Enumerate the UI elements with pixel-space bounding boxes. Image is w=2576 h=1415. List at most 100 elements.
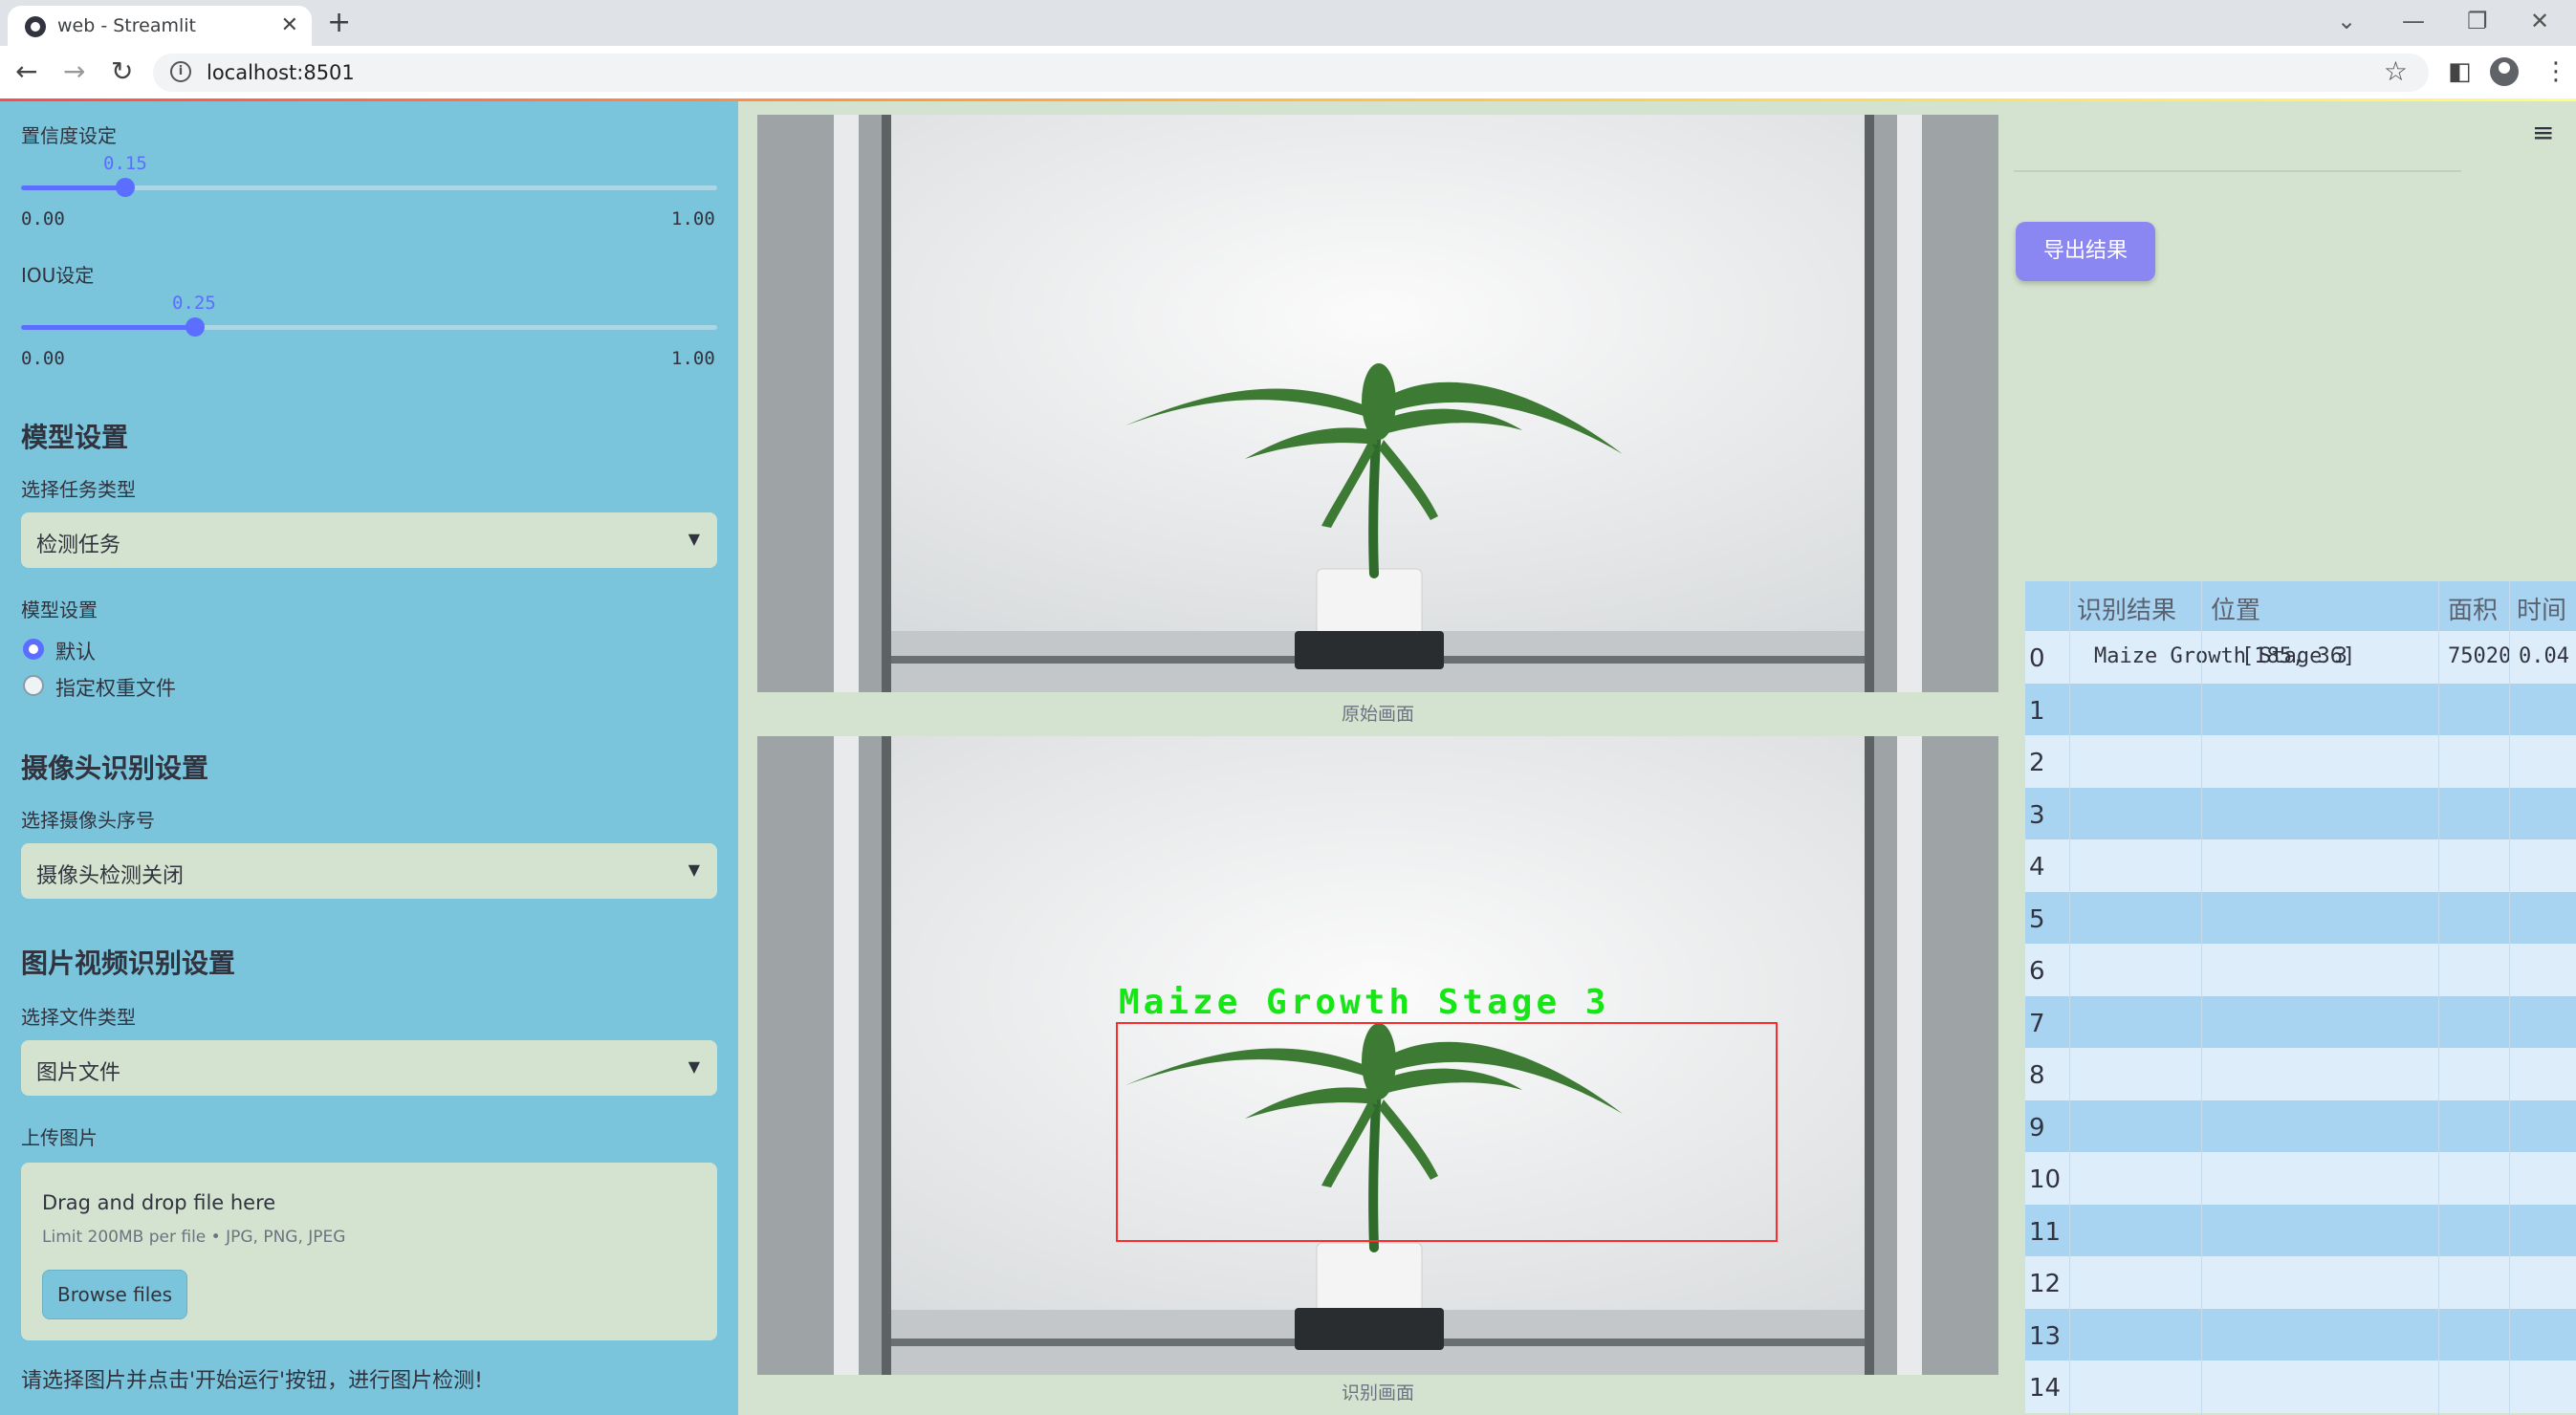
reload-icon[interactable]: ↻ (111, 55, 133, 87)
restore-icon[interactable]: ❐ (2467, 8, 2488, 34)
kebab-menu-icon[interactable]: ⋮ (2543, 57, 2568, 86)
column-divider (2069, 581, 2070, 1415)
original-caption: 原始画面 (1341, 704, 1414, 725)
table-row[interactable]: 2 (2025, 735, 2576, 788)
instruction-text: 请选择图片并点击'开始运行'按钮，进行图片检测! (21, 1369, 483, 1393)
profile-avatar-icon[interactable] (2490, 57, 2519, 86)
url-text[interactable]: localhost:8501 (207, 61, 355, 84)
row-index: 0 (2029, 644, 2045, 673)
new-tab-icon[interactable]: + (327, 6, 351, 39)
header-position[interactable]: 位置 (2211, 591, 2260, 626)
window-close-icon[interactable]: ✕ (2530, 8, 2549, 34)
task-type-value: 检测任务 (36, 533, 121, 557)
tab-title: web - Streamlit (57, 15, 196, 36)
cell-position: [185, 36] (2241, 644, 2356, 668)
model-section-heading: 模型设置 (21, 422, 129, 453)
forward-arrow-icon[interactable]: → (63, 55, 85, 87)
minimize-icon[interactable]: — (2402, 8, 2425, 34)
table-row[interactable]: 11 (2025, 1204, 2576, 1257)
camera-section-heading: 摄像头识别设置 (21, 752, 209, 784)
model-setting-label: 模型设置 (21, 599, 98, 621)
confidence-slider-thumb[interactable] (116, 178, 136, 197)
hamburger-menu-icon[interactable]: ≡ (2532, 117, 2554, 148)
result-scene-illustration: Maize Growth Stage 3 (757, 736, 1998, 1375)
task-type-label: 选择任务类型 (21, 478, 136, 501)
url-field[interactable]: i localhost:8501 ☆ (153, 54, 2429, 92)
side-panel-icon[interactable]: ◧ (2448, 57, 2472, 86)
table-row[interactable]: 4 (2025, 839, 2576, 892)
confidence-label: 置信度设定 (21, 124, 117, 147)
cell-area: 75020 (2448, 644, 2512, 668)
row-index: 11 (2029, 1217, 2062, 1247)
row-index: 13 (2029, 1321, 2062, 1351)
iou-max: 1.00 (671, 348, 715, 369)
header-result[interactable]: 识别结果 (2077, 591, 2176, 626)
confidence-min: 0.00 (21, 208, 65, 229)
address-bar-row: ← → ↻ i localhost:8501 ☆ ◧ ⋮ (0, 46, 2576, 99)
tab-search-chevron-icon[interactable]: ⌄ (2337, 8, 2356, 34)
iou-value: 0.25 (172, 293, 216, 314)
table-row[interactable]: 8 (2025, 1048, 2576, 1100)
upload-label: 上传图片 (21, 1126, 98, 1149)
table-row[interactable]: 1 (2025, 683, 2576, 736)
iou-slider-fill (21, 325, 195, 330)
table-row[interactable]: 10 (2025, 1152, 2576, 1205)
confidence-value: 0.15 (103, 153, 147, 174)
table-row[interactable]: 5 (2025, 891, 2576, 945)
chevron-down-icon: ▼ (688, 530, 700, 548)
chevron-down-icon: ▼ (688, 860, 700, 879)
table-row[interactable]: 3 (2025, 787, 2576, 840)
iou-slider-thumb[interactable] (186, 317, 205, 337)
row-index: 5 (2029, 904, 2045, 934)
table-row[interactable]: 12 (2025, 1256, 2576, 1309)
table-row[interactable]: 6 (2025, 944, 2576, 996)
row-index: 10 (2029, 1165, 2062, 1194)
bookmark-star-icon[interactable]: ☆ (2384, 55, 2408, 87)
result-caption: 识别画面 (1341, 1382, 1414, 1404)
radio-custom-weights-label: 指定权重文件 (55, 677, 176, 700)
iou-slider[interactable] (21, 317, 717, 337)
radio-default-label: 默认 (55, 641, 96, 664)
export-results-button[interactable]: 导出结果 (2016, 222, 2155, 281)
table-row[interactable]: 0 Maize Growth Stage 3 [185, 36] 75020 0.04 (2025, 631, 2576, 684)
result-image: Maize Growth Stage 3 (757, 736, 1998, 1375)
file-type-select[interactable]: 图片文件 ▼ (21, 1040, 717, 1096)
results-table[interactable]: 识别结果 位置 面积 时间 0 Maize Growth Stage 3 [185,… (2025, 581, 2576, 1415)
file-dropzone[interactable]: Drag and drop file here Limit 200MB per … (21, 1163, 717, 1340)
row-index: 8 (2029, 1061, 2045, 1090)
confidence-max: 1.00 (671, 208, 715, 229)
browser-tab[interactable]: web - Streamlit ✕ (8, 6, 312, 46)
row-index: 9 (2029, 1113, 2045, 1143)
column-divider (2201, 581, 2202, 1415)
row-index: 2 (2029, 749, 2045, 777)
row-index: 1 (2029, 696, 2045, 726)
table-row[interactable]: 13 (2025, 1308, 2576, 1361)
file-type-value: 图片文件 (36, 1061, 121, 1085)
column-divider (2509, 581, 2510, 1415)
radio-default-circle[interactable] (23, 639, 44, 660)
table-row[interactable]: 14 (2025, 1361, 2576, 1413)
browse-files-button[interactable]: Browse files (42, 1270, 187, 1319)
row-index: 4 (2029, 853, 2045, 882)
table-row[interactable]: 7 (2025, 995, 2576, 1049)
site-info-icon[interactable]: i (170, 61, 191, 82)
table-header: 识别结果 位置 面积 时间 (2025, 581, 2576, 631)
chevron-down-icon: ▼ (688, 1057, 700, 1076)
camera-index-label: 选择摄像头序号 (21, 809, 155, 832)
media-section-heading: 图片视频识别设置 (21, 947, 236, 979)
camera-index-select[interactable]: 摄像头检测关闭 ▼ (21, 843, 717, 899)
header-time[interactable]: 时间 (2517, 591, 2566, 626)
file-type-label: 选择文件类型 (21, 1006, 136, 1029)
task-type-select[interactable]: 检测任务 ▼ (21, 512, 717, 568)
table-row[interactable]: 9 (2025, 1099, 2576, 1153)
radio-custom-weights-circle[interactable] (23, 675, 44, 696)
dropzone-limit: Limit 200MB per file • JPG, PNG, JPEG (42, 1228, 346, 1247)
back-arrow-icon[interactable]: ← (15, 55, 37, 87)
confidence-slider[interactable] (21, 178, 717, 197)
original-scene-illustration (757, 115, 1998, 692)
streamlit-favicon-icon (25, 16, 46, 37)
iou-min: 0.00 (21, 348, 65, 369)
confidence-slider-fill (21, 185, 126, 190)
header-area[interactable]: 面积 (2448, 591, 2498, 626)
tab-close-icon[interactable]: ✕ (281, 13, 298, 37)
